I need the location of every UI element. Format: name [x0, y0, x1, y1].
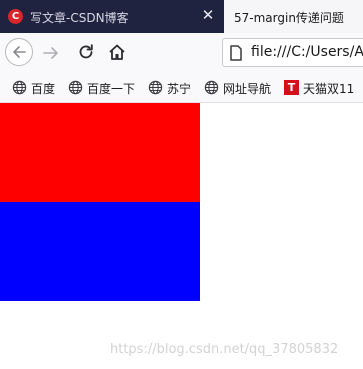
forward-button[interactable]: [41, 43, 61, 63]
globe-icon: [204, 80, 219, 95]
tab-csdn[interactable]: C 写文章-CSDN博客 ✕: [0, 0, 222, 33]
bookmarks-toolbar: 百度 百度一下 苏宁 网址导航 T 天猫双11: [0, 73, 363, 103]
home-button[interactable]: [107, 42, 127, 62]
bookmark-label: 天猫双11: [303, 82, 355, 96]
globe-icon: [68, 80, 83, 95]
blue-box: [0, 202, 200, 301]
navigation-toolbar: file:///C:/Users/A: [0, 33, 363, 73]
tab-title: 57-margin传递问题: [234, 11, 344, 25]
bookmark-label: 百度一下: [87, 82, 136, 96]
tmall-icon: T: [284, 80, 299, 95]
page-icon: [229, 45, 243, 61]
globe-icon: [12, 80, 27, 95]
arrow-right-icon: [43, 47, 58, 59]
page-content: https://blog.csdn.net/qq_37805832: [0, 103, 363, 369]
watermark-text: https://blog.csdn.net/qq_37805832: [110, 342, 339, 357]
url-text: file:///C:/Users/A: [251, 44, 363, 60]
arrow-left-icon: [13, 46, 26, 58]
tab-strip: C 写文章-CSDN博客 ✕ 57-margin传递问题: [0, 0, 363, 33]
home-icon: [109, 44, 125, 60]
bookmark-label: 百度: [31, 82, 56, 96]
close-tab-button[interactable]: ✕: [200, 7, 216, 23]
back-button[interactable]: [5, 38, 33, 66]
globe-icon: [148, 80, 163, 95]
reload-icon: [79, 44, 93, 59]
red-box: [0, 103, 200, 202]
tab-title: 写文章-CSDN博客: [30, 11, 129, 25]
csdn-favicon-icon: C: [8, 9, 23, 24]
bookmark-label: 网址导航: [223, 82, 272, 96]
bookmark-label: 苏宁: [167, 82, 192, 96]
reload-button[interactable]: [76, 42, 96, 62]
tab-margin-active[interactable]: 57-margin传递问题: [224, 0, 363, 33]
address-bar[interactable]: file:///C:/Users/A: [222, 38, 363, 67]
